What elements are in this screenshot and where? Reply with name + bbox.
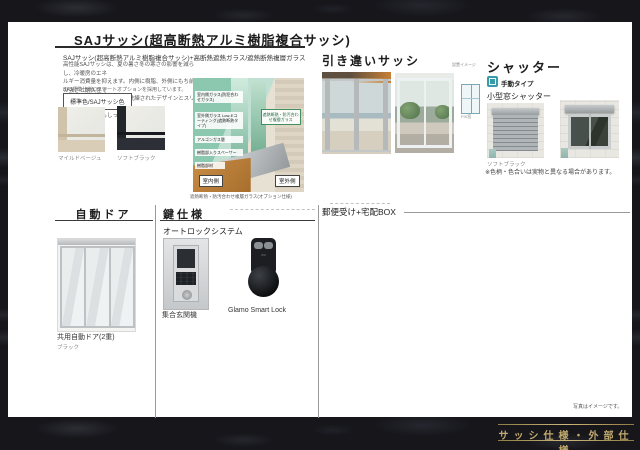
window-frame-graphic xyxy=(449,78,452,148)
saj-note: SAJ標準仕様にスマートオプションを採用しています。 xyxy=(63,86,186,93)
window-frame-graphic xyxy=(397,78,400,148)
swatch-photo-beige xyxy=(58,107,105,152)
door-rail-graphic xyxy=(58,239,135,245)
footer-label: サッシ仕様・外部仕様 xyxy=(496,427,636,450)
key-spec-rule xyxy=(160,220,315,221)
border-top xyxy=(0,0,640,22)
xsec-option-tag: 遮熱断熱・防汚合わせ複層ガラス xyxy=(261,109,301,125)
shutter-note: ※色柄・色合いは実物と異なる場合があります。 xyxy=(485,167,615,176)
border-right xyxy=(632,0,640,450)
window-sill-graphic xyxy=(117,132,165,135)
window-mullion-graphic xyxy=(589,114,591,149)
border-left xyxy=(0,0,8,450)
auto-door-caption: 共用自動ドア(2重) xyxy=(57,332,115,342)
spec-sheet-page: SAJサッシ(超高断熱アルミ樹脂複合サッシ) SAJサッシ(超高断熱アルミ樹脂複… xyxy=(0,0,640,450)
footer-gold-line-top xyxy=(498,424,634,425)
window-mullion-graphic xyxy=(462,98,479,99)
smartlock-knob-graphic xyxy=(248,266,279,297)
shutter-slats-graphic xyxy=(493,115,537,151)
mailbox-title: 郵便受け+宅配BOX xyxy=(322,206,396,218)
window-plan-caption-bottom: FIX窓 xyxy=(461,114,471,120)
manual-type-icon xyxy=(487,76,498,87)
window-frame-graphic xyxy=(117,138,165,150)
xsec-caption: 遮熱断熱・防汚合わせ複層ガラス(オプション仕様) xyxy=(190,194,292,200)
door-frame-graphic xyxy=(325,79,329,153)
door-panel-graphic xyxy=(84,246,110,328)
intercom-photo xyxy=(163,238,209,310)
auto-door-color-label: ブラック xyxy=(57,343,79,351)
sliding-sash-title: 引き違いサッシ xyxy=(322,52,420,69)
smartlock-caption: Glamo Smart Lock xyxy=(228,307,286,314)
shutter-title: シャッター xyxy=(487,57,562,76)
footer-gold-line-bottom xyxy=(498,440,634,441)
autolock-label: オートロックシステム xyxy=(163,226,243,237)
sliding-photo-1 xyxy=(322,72,391,154)
xsec-label-spacer: 樹脂部入りスペーサー xyxy=(195,149,243,156)
saj-title-rule xyxy=(55,46,305,48)
swatch-photo-black xyxy=(117,106,165,150)
shutter-box-graphic xyxy=(492,108,539,115)
column-divider xyxy=(318,205,319,418)
sash-cross-section-figure: 室内側ガラス(防犯合わせガラス) 室外側ガラス Low-Eコーティング(遮熱断熱… xyxy=(193,78,304,192)
sliding-photo-2 xyxy=(395,73,454,153)
xsec-indoor-label: 室内側 xyxy=(199,175,224,187)
swatch-caption-beige: マイルドベージュ xyxy=(58,154,102,162)
smartlock-photo xyxy=(246,236,282,302)
window-plan-caption-top: 設置イメージ xyxy=(452,62,476,68)
smartlock-button xyxy=(264,242,273,249)
mailbox-rule xyxy=(404,212,630,213)
scan-artifact-dash xyxy=(230,209,315,210)
shutter-box-graphic xyxy=(565,105,613,113)
shutter-type-label: 手動タイプ xyxy=(501,78,534,88)
auto-door-photo xyxy=(57,238,136,332)
window-frame-graphic xyxy=(424,78,426,148)
shutter-photo-closed xyxy=(487,103,544,158)
greenery-graphic xyxy=(400,102,420,120)
door-panel-graphic xyxy=(109,246,135,328)
window-frame-graphic xyxy=(397,145,451,148)
window-mullion-graphic xyxy=(471,85,472,113)
intercom-caption: 集合玄関機 xyxy=(162,310,197,320)
xsec-label-resin: 樹脂部材 xyxy=(195,162,225,169)
intercom-keypad-graphic xyxy=(176,272,195,285)
planter-graphic xyxy=(489,149,495,158)
intercom-screen-graphic xyxy=(177,249,195,269)
window-sill-graphic xyxy=(58,134,105,137)
xsec-label-outer-glass: 室外側ガラス Low-Eコーティング(遮熱断熱タイプ) xyxy=(195,112,243,129)
column-divider xyxy=(155,205,156,418)
door-frame-graphic xyxy=(383,79,387,153)
saj-body-line: 高性能SAJサッシは、夏の暑さ冬の寒さの影響を減らし、冷暖房のエネ xyxy=(63,61,198,78)
smartlock-indicator xyxy=(261,254,266,256)
planter-graphic xyxy=(561,148,567,158)
window-plan-icon xyxy=(461,84,480,114)
door-frame-graphic xyxy=(354,79,359,153)
xsec-label-argon: アルゴンガス層 xyxy=(195,136,243,143)
shutter-glyph xyxy=(489,78,496,85)
shutter-photo-open xyxy=(560,100,619,158)
door-panel-graphic xyxy=(60,246,86,328)
auto-door-rule xyxy=(55,220,153,221)
scan-artifact-dash xyxy=(330,203,390,204)
smartlock-button xyxy=(254,242,263,249)
photo-note: 写真はイメージです。 xyxy=(573,403,622,410)
xsec-label-inner-glass: 室内側ガラス(防犯合わせガラス) xyxy=(195,91,243,103)
shutter-subtitle: 小型窓シャッター xyxy=(487,91,551,102)
swatch-caption-black: ソフトブラック xyxy=(117,154,156,162)
xsec-outdoor-label: 室外側 xyxy=(275,175,300,187)
window-frame-graphic xyxy=(58,140,105,152)
door-rail-graphic xyxy=(322,150,391,152)
